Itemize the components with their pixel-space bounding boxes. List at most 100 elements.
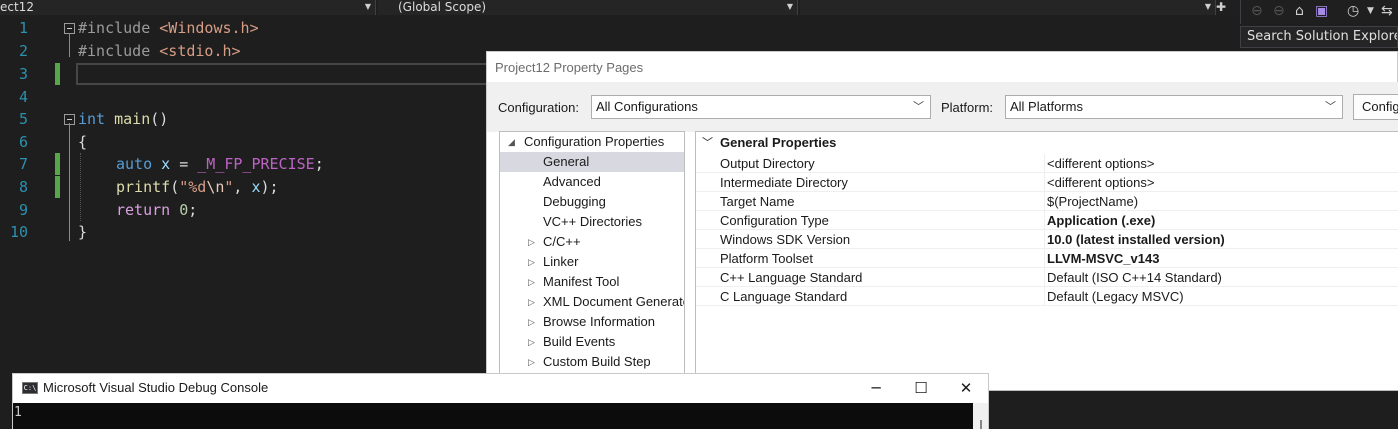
tree-item-build-events[interactable]: ▷ Build Events — [500, 332, 684, 352]
switch-views-icon[interactable]: ▣ — [1315, 3, 1328, 19]
line-number: 5 — [18, 110, 28, 128]
console-scrollbar[interactable] — [973, 403, 988, 429]
property-row[interactable]: Configuration Type Application (.exe) — [696, 211, 1398, 230]
expand-arrow-icon[interactable]: ▷ — [528, 312, 535, 332]
property-grid: ﹀ General Properties Output Directory <d… — [695, 131, 1398, 391]
property-value[interactable]: Default (ISO C++14 Standard) — [1044, 268, 1222, 287]
solution-explorer-toolbar: ⊖ ⊖ ⌂ ▣ ◷ ▼ ⇆ — [1240, 0, 1398, 24]
property-name: Intermediate Directory — [720, 175, 848, 190]
configuration-select[interactable]: All Configurations ﹀ — [591, 95, 931, 119]
maximize-button[interactable]: ☐ — [906, 378, 936, 398]
pending-changes-filter-icon[interactable]: ◷ — [1347, 3, 1359, 19]
line-number: 6 — [18, 133, 28, 151]
expand-arrow-icon[interactable]: ▷ — [528, 352, 535, 372]
property-value[interactable]: LLVM-MSVC_v143 — [1044, 249, 1159, 268]
property-name: Output Directory — [720, 156, 815, 171]
chevron-down-icon[interactable]: ﹀ — [702, 132, 713, 154]
tree-item-advanced[interactable]: Advanced — [500, 172, 684, 192]
current-line-highlight — [76, 63, 506, 85]
punctuation-token: ( — [170, 178, 180, 196]
string-token: "%d — [179, 178, 207, 196]
property-name: Configuration Type — [720, 213, 829, 228]
tree-item-linker[interactable]: ▷ Linker — [500, 252, 684, 272]
line-number: 2 — [18, 42, 28, 60]
tree-item-label: VC++ Directories — [543, 214, 642, 229]
console-title-bar[interactable]: C:\ Microsoft Visual Studio Debug Consol… — [13, 374, 988, 403]
close-button[interactable]: ✕ — [951, 378, 981, 398]
chevron-down-icon: ▼ — [786, 2, 793, 11]
chevron-down-icon[interactable]: ▼ — [1367, 6, 1374, 16]
platform-select[interactable]: All Platforms ﹀ — [1005, 95, 1343, 119]
line-number: 4 — [18, 88, 28, 106]
property-row[interactable]: Windows SDK Version 10.0 (latest install… — [696, 230, 1398, 249]
include-path-token: <Windows.h> — [159, 19, 259, 37]
line-number: 9 — [18, 201, 28, 219]
property-group-header[interactable]: ﹀ General Properties — [696, 132, 1398, 154]
property-value[interactable]: Application (.exe) — [1044, 211, 1155, 230]
tree-item-label: Custom Build Step — [543, 354, 651, 369]
line-number: 8 — [18, 178, 28, 196]
member-combo[interactable]: ▼ — [800, 0, 1216, 15]
split-editor-icon[interactable]: ✚ — [1216, 0, 1226, 14]
property-value[interactable]: <different options> — [1044, 154, 1154, 173]
keyword-token: return — [116, 201, 171, 219]
tree-item-general[interactable]: General — [500, 152, 684, 172]
property-row[interactable]: Platform Toolset LLVM-MSVC_v143 — [696, 249, 1398, 268]
console-title: Microsoft Visual Studio Debug Console — [43, 380, 269, 395]
tree-item-browse-information[interactable]: ▷ Browse Information — [500, 312, 684, 332]
expand-arrow-icon[interactable]: ▷ — [528, 252, 535, 272]
property-row[interactable]: Target Name $(ProjectName) — [696, 192, 1398, 211]
variable-token: x — [251, 178, 261, 196]
property-row[interactable]: Intermediate Directory <different option… — [696, 173, 1398, 192]
sync-icon[interactable]: ⇆ — [1381, 3, 1393, 19]
property-value[interactable]: <different options> — [1044, 173, 1154, 192]
expand-arrow-icon[interactable]: ▷ — [528, 332, 535, 352]
console-output-text: 1 — [14, 405, 22, 420]
keyword-token: int — [78, 110, 106, 128]
property-value[interactable]: 10.0 (latest installed version) — [1044, 230, 1225, 249]
number-token: 0 — [179, 201, 189, 219]
tree-item-xml-document-generator[interactable]: ▷ XML Document Generator — [500, 292, 684, 312]
expand-arrow-icon[interactable]: ▷ — [528, 292, 535, 312]
tree-item-label: Build Events — [543, 334, 616, 349]
expand-arrow-icon[interactable]: ▷ — [528, 232, 535, 252]
solution-explorer-search-input[interactable]: Search Solution Explorer ( — [1240, 26, 1398, 48]
property-row[interactable]: C++ Language Standard Default (ISO C++14… — [696, 268, 1398, 287]
minimize-button[interactable]: ─ — [861, 378, 891, 398]
project-combo[interactable]: ect12 ▼ — [0, 0, 376, 15]
punctuation-token: , — [233, 178, 252, 196]
property-row[interactable]: C Language Standard Default (Legacy MSVC… — [696, 287, 1398, 306]
configuration-label: Configuration: — [498, 100, 579, 115]
property-tree[interactable]: ◢ Configuration Properties General Advan… — [499, 131, 685, 391]
property-name: Platform Toolset — [720, 251, 813, 266]
property-row[interactable]: Output Directory <different options> — [696, 154, 1398, 173]
forward-icon[interactable]: ⊖ — [1273, 3, 1285, 19]
dialog-title: Project12 Property Pages — [495, 60, 644, 75]
tree-item-c-cpp[interactable]: ▷ C/C++ — [500, 232, 684, 252]
property-value[interactable]: Default (Legacy MSVC) — [1044, 287, 1184, 306]
expand-arrow-icon[interactable]: ▷ — [528, 272, 535, 292]
variable-token: x — [161, 155, 171, 173]
function-token: main — [114, 110, 151, 128]
collapse-arrow-icon[interactable]: ◢ — [508, 132, 515, 152]
line-number: 10 — [9, 223, 28, 241]
property-value[interactable]: $(ProjectName) — [1044, 192, 1138, 211]
tree-item-debugging[interactable]: Debugging — [500, 192, 684, 212]
change-marker — [55, 63, 60, 85]
tree-item-configuration-properties[interactable]: ◢ Configuration Properties — [500, 132, 684, 152]
tree-item-label: Debugging — [543, 194, 606, 209]
configuration-manager-button[interactable]: Configuration Manager... — [1353, 94, 1398, 120]
home-icon[interactable]: ⌂ — [1295, 3, 1304, 19]
tree-item-vc-directories[interactable]: VC++ Directories — [500, 212, 684, 232]
fold-guide — [69, 33, 70, 57]
tree-item-custom-build-step[interactable]: ▷ Custom Build Step — [500, 352, 684, 372]
tree-item-label: Advanced — [543, 174, 601, 189]
include-path-token: <stdio.h> — [159, 42, 241, 60]
change-marker — [55, 153, 60, 175]
punctuation-token: ; — [188, 201, 198, 219]
console-output-area[interactable]: 1 — [13, 403, 973, 429]
scope-combo[interactable]: (Global Scope) ▼ — [378, 0, 798, 15]
tree-item-manifest-tool[interactable]: ▷ Manifest Tool — [500, 272, 684, 292]
tree-item-label: Manifest Tool — [543, 274, 620, 289]
back-icon[interactable]: ⊖ — [1251, 3, 1263, 19]
